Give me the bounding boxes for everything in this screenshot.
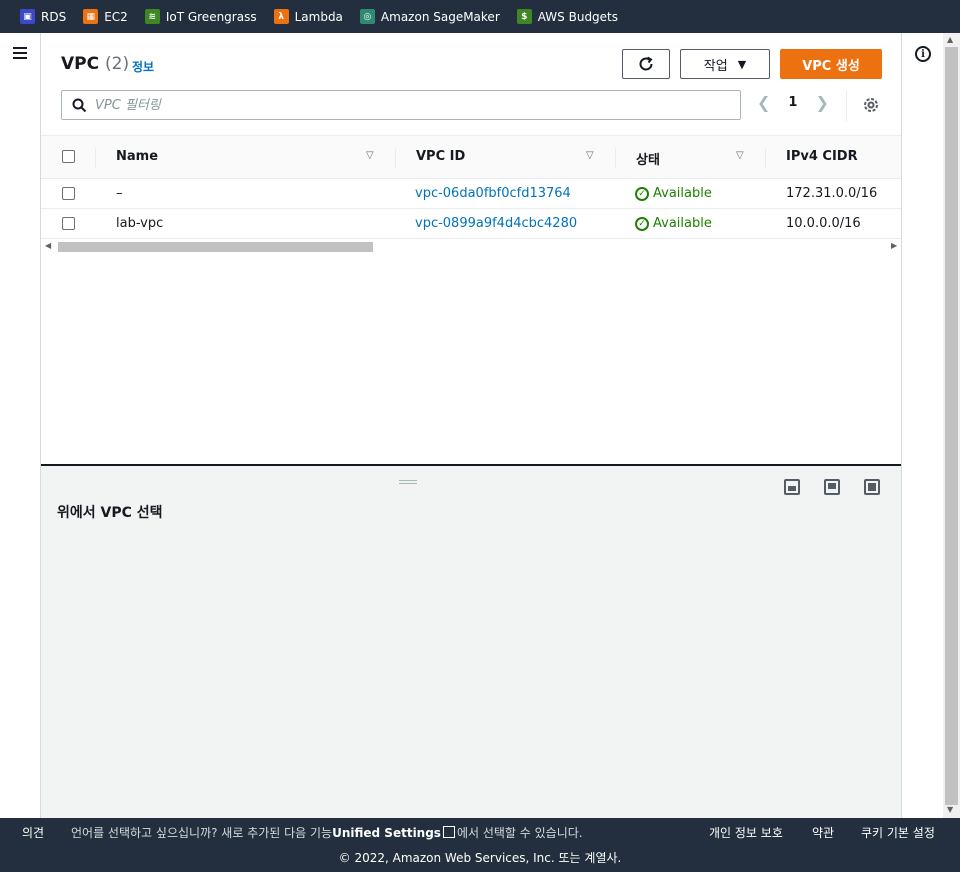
current-page[interactable]: 1 — [788, 95, 797, 110]
horizontal-scrollbar[interactable]: ◀ ▶ — [41, 240, 901, 254]
terms-link[interactable]: 약관 — [812, 824, 834, 841]
iot-greengrass-icon: ≋ — [144, 9, 160, 24]
vpc-table: Name ▽ VPC ID ▽ 상태 ▽ IPv4 CIDR – vpc-06d… — [41, 135, 901, 239]
row-checkbox[interactable] — [62, 217, 75, 230]
column-divider — [395, 148, 396, 168]
scroll-right-icon[interactable]: ▶ — [891, 241, 897, 250]
favorite-label: Amazon SageMaker — [380, 9, 500, 24]
scrollbar-thumb[interactable] — [945, 47, 958, 805]
filter-input[interactable] — [95, 97, 695, 113]
unified-settings-link[interactable]: Unified Settings — [332, 826, 441, 840]
budgets-icon: $ — [516, 9, 532, 24]
cell-name: lab-vpc — [116, 216, 164, 231]
favorite-lambda[interactable]: λ Lambda — [273, 9, 343, 24]
row-checkbox[interactable] — [62, 187, 75, 200]
cell-name: – — [116, 186, 123, 201]
panel-bottom-icon[interactable] — [784, 479, 800, 495]
search-icon — [72, 98, 87, 112]
cell-cidr: 10.0.0.0/16 — [786, 216, 861, 231]
favorite-sagemaker[interactable]: ◎ Amazon SageMaker — [359, 9, 500, 24]
status-text: Available — [653, 216, 712, 231]
side-navigation — [0, 33, 41, 818]
favorite-rds[interactable]: ▣ RDS — [20, 9, 66, 24]
column-header-vpc-id[interactable]: VPC ID — [416, 149, 465, 164]
check-circle-icon: ✓ — [635, 216, 649, 231]
ec2-icon: ▦ — [83, 9, 99, 24]
status-text: Available — [653, 186, 712, 201]
pagination: ❮ 1 ❯ — [757, 93, 829, 112]
favorite-label: IoT Greengrass — [165, 9, 257, 24]
select-all-checkbox[interactable] — [62, 150, 75, 163]
favorite-label: EC2 — [104, 9, 128, 24]
sort-icon[interactable]: ▽ — [586, 150, 594, 161]
info-icon[interactable]: i — [915, 46, 931, 62]
column-header-status[interactable]: 상태 — [636, 149, 660, 168]
footer: 의견 언어를 선택하고 싶으십니까? 새로 추가된 다음 기능Unified S… — [0, 818, 960, 872]
info-link[interactable]: 정보 — [132, 58, 154, 75]
vpc-id-link[interactable]: vpc-06da0fbf0cfd13764 — [415, 186, 571, 201]
table-row[interactable]: lab-vpc vpc-0899a9f4d4cbc4280 ✓ Availabl… — [41, 209, 901, 239]
actions-dropdown[interactable]: 작업 ▼ — [680, 49, 770, 79]
chevron-left-icon[interactable]: ❮ — [757, 93, 770, 112]
privacy-link[interactable]: 개인 정보 보호 — [709, 824, 783, 841]
menu-icon[interactable] — [13, 47, 27, 59]
panel-full-icon[interactable] — [864, 479, 880, 495]
language-notice: 언어를 선택하고 싶으십니까? 새로 추가된 다음 기능Unified Sett… — [71, 824, 583, 841]
favorite-budgets[interactable]: $ AWS Budgets — [516, 9, 619, 24]
create-vpc-label: VPC 생성 — [802, 58, 860, 74]
chevron-right-icon[interactable]: ❯ — [815, 93, 828, 112]
create-vpc-button[interactable]: VPC 생성 — [780, 49, 882, 79]
page-title: VPC (2) — [61, 54, 129, 74]
column-divider — [765, 148, 766, 168]
column-divider — [615, 148, 616, 168]
column-divider — [95, 148, 96, 168]
external-link-icon — [442, 826, 455, 838]
tools-panel: i — [901, 33, 943, 818]
feedback-link[interactable]: 의견 — [22, 824, 44, 841]
table-header: Name ▽ VPC ID ▽ 상태 ▽ IPv4 CIDR — [41, 135, 901, 179]
favorite-label: Lambda — [294, 9, 343, 24]
scroll-left-icon[interactable]: ◀ — [45, 241, 51, 250]
language-suffix: 에서 선택할 수 있습니다. — [456, 826, 583, 840]
scroll-up-icon[interactable]: ▲ — [947, 35, 953, 44]
cookie-preferences-link[interactable]: 쿠키 기본 설정 — [861, 824, 935, 841]
divider — [846, 91, 847, 121]
status-badge: ✓ Available — [635, 216, 712, 231]
split-panel-title: 위에서 VPC 선택 — [57, 505, 163, 521]
check-circle-icon: ✓ — [635, 186, 649, 201]
actions-label: 작업 — [703, 58, 728, 74]
title-text: VPC — [61, 54, 100, 74]
scroll-down-icon[interactable]: ▼ — [947, 805, 953, 814]
vpc-table-panel: VPC (2) 정보 작업 ▼ VPC 생성 ❮ 1 ❯ Name — [41, 33, 901, 465]
split-panel: 위에서 VPC 선택 — [41, 464, 901, 818]
rds-icon: ▣ — [20, 9, 35, 24]
panel-side-icon[interactable] — [824, 479, 840, 495]
sagemaker-icon: ◎ — [359, 9, 375, 24]
favorite-iot-greengrass[interactable]: ≋ IoT Greengrass — [144, 9, 257, 24]
refresh-button[interactable] — [622, 49, 670, 79]
column-header-ipv4-cidr[interactable]: IPv4 CIDR — [786, 149, 858, 164]
lambda-icon: λ — [273, 9, 289, 24]
copyright: © 2022, Amazon Web Services, Inc. 또는 계열사… — [338, 851, 622, 865]
gear-icon[interactable] — [862, 96, 880, 114]
column-header-name[interactable]: Name — [116, 149, 158, 164]
favorite-ec2[interactable]: ▦ EC2 — [83, 9, 128, 24]
favorite-label: RDS — [41, 9, 67, 24]
vertical-scrollbar[interactable]: ▲ ▼ — [943, 33, 960, 818]
sort-icon[interactable]: ▽ — [736, 150, 744, 161]
favorite-label: AWS Budgets — [537, 9, 619, 24]
sort-icon[interactable]: ▽ — [366, 150, 374, 161]
status-badge: ✓ Available — [635, 186, 712, 201]
language-prefix: 언어를 선택하고 싶으십니까? 새로 추가된 다음 기능 — [71, 826, 333, 840]
table-row[interactable]: – vpc-06da0fbf0cfd13764 ✓ Available 172.… — [41, 179, 901, 209]
cell-cidr: 172.31.0.0/16 — [786, 186, 878, 201]
resize-handle[interactable] — [399, 480, 417, 484]
title-count: (2) — [105, 54, 130, 74]
refresh-icon — [639, 56, 653, 71]
scrollbar-thumb[interactable] — [58, 242, 373, 252]
caret-down-icon: ▼ — [737, 57, 747, 71]
favorites-bar: ▣ RDS ▦ EC2 ≋ IoT Greengrass λ Lambda ◎ … — [0, 0, 960, 33]
vpc-id-link[interactable]: vpc-0899a9f4d4cbc4280 — [415, 216, 577, 231]
filter-search — [61, 90, 741, 120]
